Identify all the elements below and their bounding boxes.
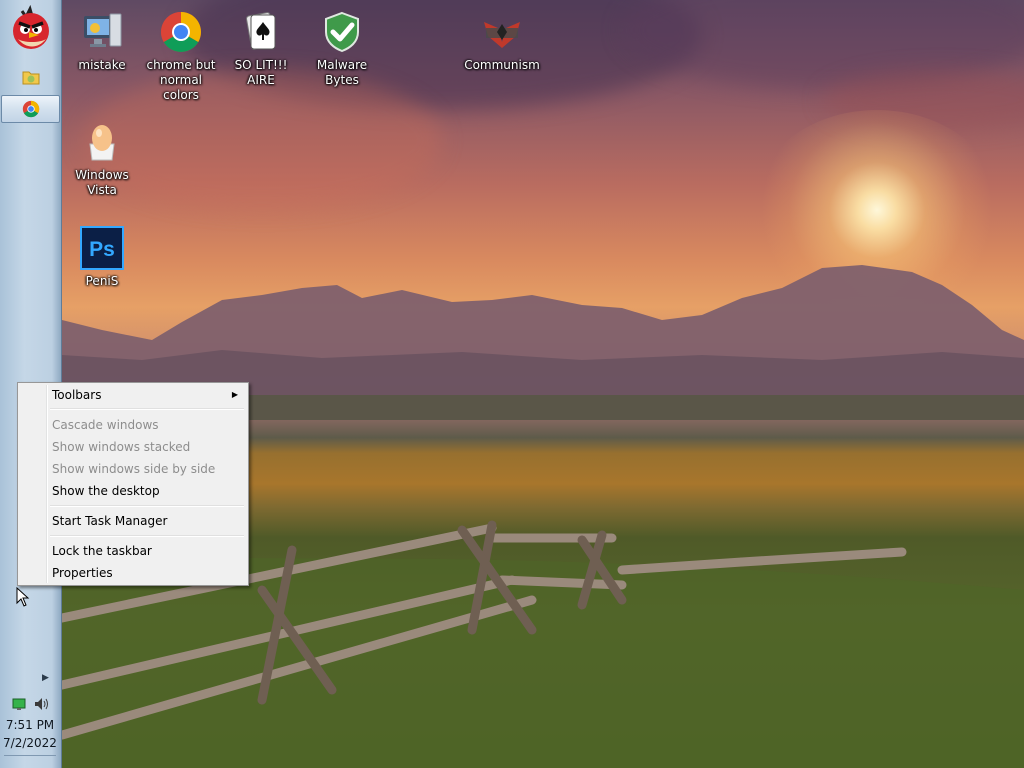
menu-separator xyxy=(50,535,244,537)
menu-item-label: Properties xyxy=(52,566,113,580)
desktop-icon-label: Communism xyxy=(464,58,540,72)
menu-item-label: Start Task Manager xyxy=(52,514,168,528)
speaker-icon[interactable] xyxy=(34,696,50,715)
menu-item-show-windows-stacked: Show windows stacked xyxy=(20,436,246,458)
desktop-icon-communism[interactable]: Communism xyxy=(462,8,542,73)
menu-separator xyxy=(50,408,244,410)
desktop-icon-malwarebytes[interactable]: Malware Bytes xyxy=(302,8,382,88)
photoshop-icon: Ps xyxy=(78,224,126,272)
desktop-icon-label: Windows Vista xyxy=(75,168,129,197)
desktop-icon-label: chrome but normal colors xyxy=(146,58,216,102)
network-icon[interactable] xyxy=(12,696,26,715)
menu-item-label: Show windows side by side xyxy=(52,462,216,476)
desktop-icon-solitaire[interactable]: SO LIT!!! AIRE xyxy=(221,8,301,88)
tray-overflow-button[interactable]: ▶ xyxy=(42,673,49,683)
taskbar-item-explorer[interactable] xyxy=(1,63,60,91)
emblem-icon xyxy=(478,8,526,56)
taskbar-item-chrome[interactable] xyxy=(1,95,60,123)
menu-item-toolbars[interactable]: Toolbars ▶ xyxy=(20,384,246,406)
clock-time[interactable]: 7:51 PM xyxy=(0,718,60,732)
desktop-icon-photoshop[interactable]: Ps PeniS xyxy=(62,224,142,289)
mouse-cursor-icon xyxy=(16,587,30,607)
menu-separator xyxy=(50,505,244,507)
menu-item-label: Toolbars xyxy=(52,388,102,402)
desktop-icon-windows-vista[interactable]: Windows Vista xyxy=(62,118,142,198)
desktop-icon-label: Malware Bytes xyxy=(316,58,368,87)
menu-item-lock-the-taskbar[interactable]: Lock the taskbar xyxy=(20,540,246,562)
taskbar-context-menu: Toolbars ▶ Cascade windows Show windows … xyxy=(17,382,249,586)
desktop-icon-label: PeniS xyxy=(85,274,119,288)
desktop-icon-mistake[interactable]: mistake xyxy=(62,8,142,73)
menu-item-show-the-desktop[interactable]: Show the desktop xyxy=(20,480,246,502)
angry-bird-icon xyxy=(13,4,49,49)
desktop-icon-label: SO LIT!!! AIRE xyxy=(234,58,288,87)
menu-item-label: Show windows stacked xyxy=(52,440,191,454)
menu-item-label: Cascade windows xyxy=(52,418,159,432)
chevron-right-icon: ▶ xyxy=(42,673,49,683)
svg-text:Ps: Ps xyxy=(89,238,115,261)
menu-item-cascade-windows: Cascade windows xyxy=(20,414,246,436)
desktop-icon-label: mistake xyxy=(78,58,126,72)
chrome-icon xyxy=(22,100,39,118)
show-desktop-button[interactable] xyxy=(4,755,56,766)
shield-check-icon xyxy=(318,8,366,56)
computer-icon xyxy=(78,8,126,56)
menu-item-properties[interactable]: Properties xyxy=(20,562,246,584)
menu-item-start-task-manager[interactable]: Start Task Manager xyxy=(20,510,246,532)
menu-item-label: Show the desktop xyxy=(52,484,160,498)
submenu-arrow-icon: ▶ xyxy=(231,390,238,399)
start-button[interactable] xyxy=(8,4,54,51)
desktop-icon-chrome[interactable]: chrome but normal colors xyxy=(141,8,221,103)
menu-item-label: Lock the taskbar xyxy=(52,544,152,558)
clock-date[interactable]: 7/2/2022 xyxy=(0,736,60,750)
menu-item-show-windows-side-by-side: Show windows side by side xyxy=(20,458,246,480)
chrome-icon xyxy=(157,8,205,56)
folder-icon xyxy=(22,71,39,85)
egg-icon xyxy=(78,118,126,166)
solitaire-icon xyxy=(237,8,285,56)
